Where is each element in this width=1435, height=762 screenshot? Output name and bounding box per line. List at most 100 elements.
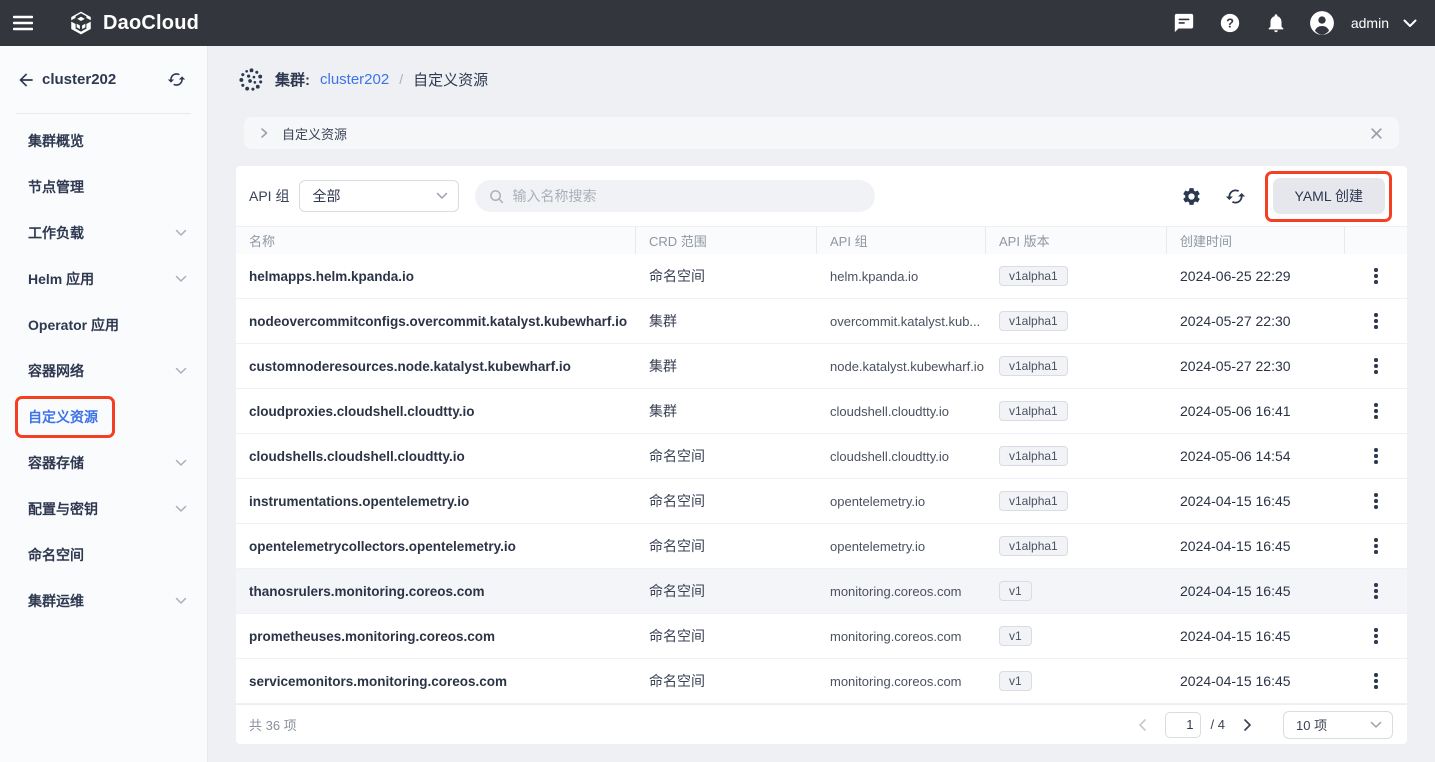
next-page-icon[interactable] [1235, 713, 1259, 737]
kebab-menu-icon[interactable] [1368, 577, 1384, 605]
crd-api-version-cell: v1alpha1 [986, 389, 1167, 433]
sidebar-item-label: 工作负载 [28, 223, 84, 243]
back-arrow-icon[interactable] [12, 66, 40, 94]
sidebar-item-label: Operator 应用 [28, 315, 119, 335]
api-group-select[interactable]: 全部 [299, 180, 459, 212]
page-size-value: 10 项 [1296, 715, 1327, 734]
prev-page-icon[interactable] [1131, 713, 1155, 737]
main-content: 集群: cluster202 / 自定义资源 自定义资源 API 组 全部 [208, 46, 1435, 762]
crd-name: servicemonitors.monitoring.coreos.com [236, 659, 636, 703]
topbar: DaoCloud ? admin [0, 0, 1435, 46]
crd-actions-cell [1345, 569, 1407, 613]
sidebar-item-3[interactable]: Helm 应用 [0, 256, 207, 302]
crd-name: cloudproxies.cloudshell.cloudtty.io [236, 389, 636, 433]
table-row[interactable]: opentelemetrycollectors.opentelemetry.io… [236, 524, 1407, 569]
crd-name: thanosrulers.monitoring.coreos.com [236, 569, 636, 613]
sidebar-item-10[interactable]: 集群运维 [0, 578, 207, 624]
kebab-menu-icon[interactable] [1368, 532, 1384, 560]
chat-icon[interactable] [1165, 4, 1203, 42]
help-icon[interactable]: ? [1211, 4, 1249, 42]
sidebar-item-9[interactable]: 命名空间 [0, 532, 207, 578]
svg-text:?: ? [1226, 16, 1234, 31]
sidebar-item-label: 配置与密钥 [28, 499, 98, 519]
menu-icon[interactable] [0, 0, 46, 46]
switch-cluster-icon[interactable] [163, 67, 189, 93]
version-badge: v1alpha1 [999, 536, 1068, 556]
crd-api-version-cell: v1alpha1 [986, 479, 1167, 523]
page-total: / 4 [1211, 717, 1225, 732]
kebab-menu-icon[interactable] [1368, 667, 1384, 695]
crd-created-time: 2024-05-27 22:30 [1167, 299, 1345, 343]
refresh-icon[interactable] [1221, 181, 1251, 211]
chevron-down-icon [436, 192, 448, 200]
sidebar-item-6[interactable]: 自定义资源 [0, 394, 207, 440]
table-row[interactable]: instrumentations.opentelemetry.io命名空间ope… [236, 479, 1407, 524]
total-count: 共 36 项 [249, 715, 297, 734]
kebab-menu-icon[interactable] [1368, 442, 1384, 470]
table-row[interactable]: cloudshells.cloudshell.cloudtty.io命名空间cl… [236, 434, 1407, 479]
kebab-menu-icon[interactable] [1368, 262, 1384, 290]
search-input[interactable] [512, 188, 861, 204]
page-number-input[interactable] [1165, 712, 1201, 738]
column-header-5 [1345, 227, 1407, 254]
sidebar-item-8[interactable]: 配置与密钥 [0, 486, 207, 532]
crd-created-time: 2024-04-15 16:45 [1167, 659, 1345, 703]
crd-created-time: 2024-04-15 16:45 [1167, 479, 1345, 523]
breadcrumb-current: 自定义资源 [413, 69, 488, 90]
close-icon[interactable] [1370, 127, 1383, 140]
api-group-label: API 组 [249, 186, 289, 206]
chevron-down-icon [175, 597, 187, 605]
kebab-menu-icon[interactable] [1368, 622, 1384, 650]
crd-created-time: 2024-04-15 16:45 [1167, 614, 1345, 658]
crd-scope: 命名空间 [636, 659, 817, 703]
version-badge: v1alpha1 [999, 266, 1068, 286]
crd-api-version-cell: v1alpha1 [986, 524, 1167, 568]
sidebar-item-2[interactable]: 工作负载 [0, 210, 207, 256]
crd-name: cloudshells.cloudshell.cloudtty.io [236, 434, 636, 478]
sidebar-item-0[interactable]: 集群概览 [0, 118, 207, 164]
sidebar-item-label: 节点管理 [28, 177, 84, 197]
crd-api-group: monitoring.coreos.com [817, 569, 986, 613]
kebab-menu-icon[interactable] [1368, 307, 1384, 335]
user-chevron-down-icon[interactable] [1403, 19, 1417, 28]
gear-icon[interactable] [1177, 181, 1207, 211]
crd-name: customnoderesources.node.katalyst.kubewh… [236, 344, 636, 388]
version-badge: v1alpha1 [999, 311, 1068, 331]
yaml-create-button[interactable]: YAML 创建 [1273, 178, 1385, 214]
version-badge: v1 [999, 626, 1032, 646]
sidebar-item-5[interactable]: 容器网络 [0, 348, 207, 394]
kebab-menu-icon[interactable] [1368, 487, 1384, 515]
version-badge: v1alpha1 [999, 356, 1068, 376]
crd-scope: 集群 [636, 344, 817, 388]
breadcrumb-cluster-link[interactable]: cluster202 [320, 71, 389, 88]
sidebar-item-1[interactable]: 节点管理 [0, 164, 207, 210]
daocloud-logo-icon [68, 10, 94, 36]
chevron-down-icon [175, 229, 187, 237]
avatar[interactable] [1303, 4, 1341, 42]
table-row[interactable]: thanosrulers.monitoring.coreos.com命名空间mo… [236, 569, 1407, 614]
table-row[interactable]: servicemonitors.monitoring.coreos.com命名空… [236, 659, 1407, 704]
table-row[interactable]: customnoderesources.node.katalyst.kubewh… [236, 344, 1407, 389]
crd-actions-cell [1345, 614, 1407, 658]
kebab-menu-icon[interactable] [1368, 397, 1384, 425]
table-row[interactable]: nodeovercommitconfigs.overcommit.katalys… [236, 299, 1407, 344]
crd-actions-cell [1345, 344, 1407, 388]
table-row[interactable]: helmapps.helm.kpanda.io命名空间helm.kpanda.i… [236, 254, 1407, 299]
api-group-selected-value: 全部 [312, 186, 340, 206]
page-size-select[interactable]: 10 项 [1283, 711, 1393, 739]
crd-created-time: 2024-05-06 16:41 [1167, 389, 1345, 433]
kebab-menu-icon[interactable] [1368, 352, 1384, 380]
daocloud-logo[interactable]: DaoCloud [68, 10, 199, 36]
sidebar-item-4[interactable]: Operator 应用 [0, 302, 207, 348]
table-row[interactable]: prometheuses.monitoring.coreos.com命名空间mo… [236, 614, 1407, 659]
crd-api-group: monitoring.coreos.com [817, 659, 986, 703]
crd-api-group: cloudshell.cloudtty.io [817, 389, 986, 433]
crd-api-version-cell: v1alpha1 [986, 254, 1167, 298]
crd-api-version-cell: v1 [986, 569, 1167, 613]
crd-created-time: 2024-05-27 22:30 [1167, 344, 1345, 388]
version-badge: v1alpha1 [999, 491, 1068, 511]
expand-chevron-icon[interactable] [258, 127, 270, 139]
sidebar-item-7[interactable]: 容器存储 [0, 440, 207, 486]
bell-icon[interactable] [1257, 4, 1295, 42]
table-row[interactable]: cloudproxies.cloudshell.cloudtty.io集群clo… [236, 389, 1407, 434]
